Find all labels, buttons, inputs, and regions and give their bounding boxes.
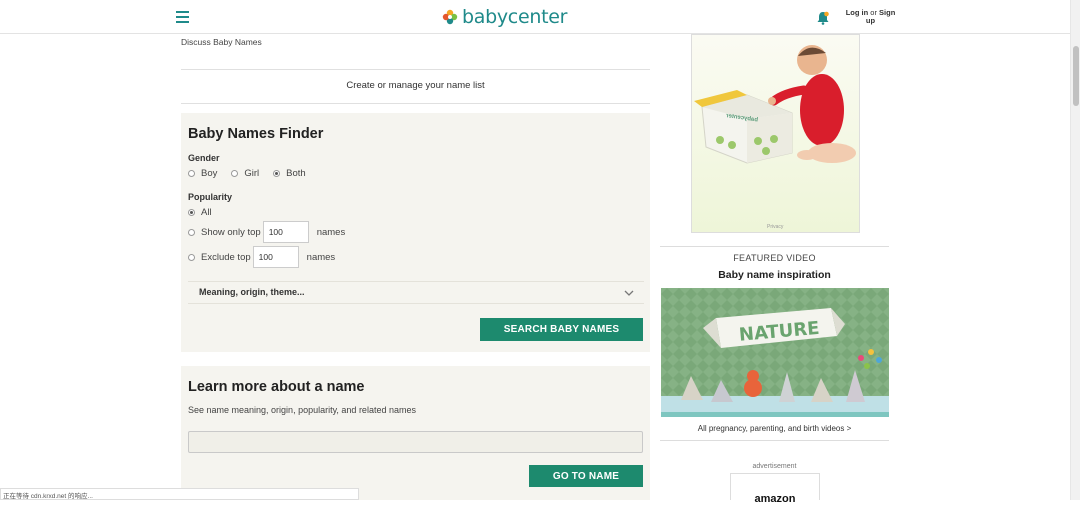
name-search-input[interactable] bbox=[188, 431, 643, 453]
featured-video-label: FEATURED VIDEO bbox=[733, 253, 816, 263]
gender-option-both[interactable]: Both bbox=[273, 168, 306, 179]
page-scrollbar[interactable] bbox=[1070, 0, 1080, 500]
search-baby-names-button[interactable]: SEARCH BABY NAMES bbox=[480, 318, 643, 341]
popularity-all-option[interactable]: All bbox=[188, 207, 212, 218]
exclude-top-radio[interactable] bbox=[188, 253, 195, 261]
popularity-label: Popularity bbox=[188, 192, 233, 202]
divider bbox=[660, 246, 889, 247]
gender-option-girl[interactable]: Girl bbox=[231, 168, 259, 179]
ad-privacy-label[interactable]: Privacy bbox=[767, 224, 783, 230]
gender-girl-label: Girl bbox=[244, 168, 260, 179]
featured-video-title[interactable]: Baby name inspiration bbox=[660, 269, 889, 281]
go-to-name-button[interactable]: GO TO NAME bbox=[529, 465, 643, 487]
auth-links: Log in or Sign up bbox=[843, 9, 898, 25]
site-header: babycenter Log in or Sign up bbox=[0, 0, 1070, 34]
discuss-baby-names-link[interactable]: Discuss Baby Names bbox=[181, 37, 262, 47]
notification-bell-icon[interactable] bbox=[817, 11, 829, 25]
divider bbox=[188, 303, 644, 304]
names-label: names bbox=[316, 226, 346, 238]
divider bbox=[188, 281, 644, 282]
gender-options: Boy Girl Both bbox=[188, 168, 320, 179]
amazon-logo: amazon bbox=[754, 493, 796, 505]
names-label: names bbox=[306, 251, 336, 263]
manage-name-list-link[interactable]: Create or manage your name list bbox=[181, 80, 650, 91]
popularity-all-radio[interactable] bbox=[188, 209, 195, 216]
baby-names-finder-panel: Baby Names Finder Gender Boy Girl Both P… bbox=[181, 113, 650, 352]
learn-subtitle: See name meaning, origin, popularity, an… bbox=[188, 405, 416, 415]
scrollbar-thumb[interactable] bbox=[1073, 46, 1079, 106]
logo-flower-icon bbox=[442, 9, 458, 25]
gender-label: Gender bbox=[188, 153, 220, 163]
finder-title: Baby Names Finder bbox=[188, 126, 324, 142]
gender-boy-radio[interactable] bbox=[188, 170, 195, 177]
featured-video-thumbnail[interactable]: NATURE bbox=[661, 288, 889, 417]
ad-image[interactable]: babycenter Privacy bbox=[691, 34, 860, 233]
logo-text: babycenter bbox=[462, 6, 568, 28]
nature-video-illustration: NATURE bbox=[661, 288, 889, 417]
amazon-ad[interactable]: amazon bbox=[730, 473, 820, 505]
show-only-top-input[interactable] bbox=[262, 221, 309, 243]
meaning-origin-theme-toggle[interactable]: Meaning, origin, theme... bbox=[199, 287, 305, 297]
site-logo[interactable]: babycenter bbox=[442, 6, 567, 28]
learn-title: Learn more about a name bbox=[188, 379, 365, 395]
divider bbox=[181, 69, 650, 70]
gender-girl-radio[interactable] bbox=[231, 170, 239, 177]
learn-about-name-panel: Learn more about a name See name meaning… bbox=[181, 366, 650, 500]
gender-both-radio[interactable] bbox=[273, 170, 281, 177]
exclude-top-label: Exclude top bbox=[201, 251, 251, 263]
browser-status-bar: 正在等待 cdn.krxd.net 的响应... bbox=[0, 488, 359, 500]
exclude-top-input[interactable] bbox=[252, 246, 299, 268]
hamburger-menu-icon[interactable] bbox=[176, 11, 189, 23]
advertisement-label: advertisement bbox=[752, 463, 797, 470]
login-link[interactable]: Log in bbox=[846, 8, 869, 17]
divider bbox=[181, 103, 650, 104]
show-only-top-label: Show only top bbox=[201, 226, 261, 238]
all-videos-link[interactable]: All pregnancy, parenting, and birth vide… bbox=[660, 424, 889, 433]
gender-option-boy[interactable]: Boy bbox=[188, 168, 217, 179]
show-only-top-radio[interactable] bbox=[188, 228, 195, 236]
gender-boy-label: Boy bbox=[201, 168, 218, 179]
baby-with-box-illustration: babycenter bbox=[694, 45, 856, 164]
show-only-top-option[interactable]: Show only top names bbox=[188, 221, 345, 243]
chevron-down-icon[interactable] bbox=[624, 290, 634, 297]
exclude-top-option[interactable]: Exclude top names bbox=[188, 246, 335, 268]
gender-both-label: Both bbox=[286, 168, 306, 179]
divider bbox=[660, 440, 889, 441]
popularity-all-label: All bbox=[201, 207, 212, 218]
